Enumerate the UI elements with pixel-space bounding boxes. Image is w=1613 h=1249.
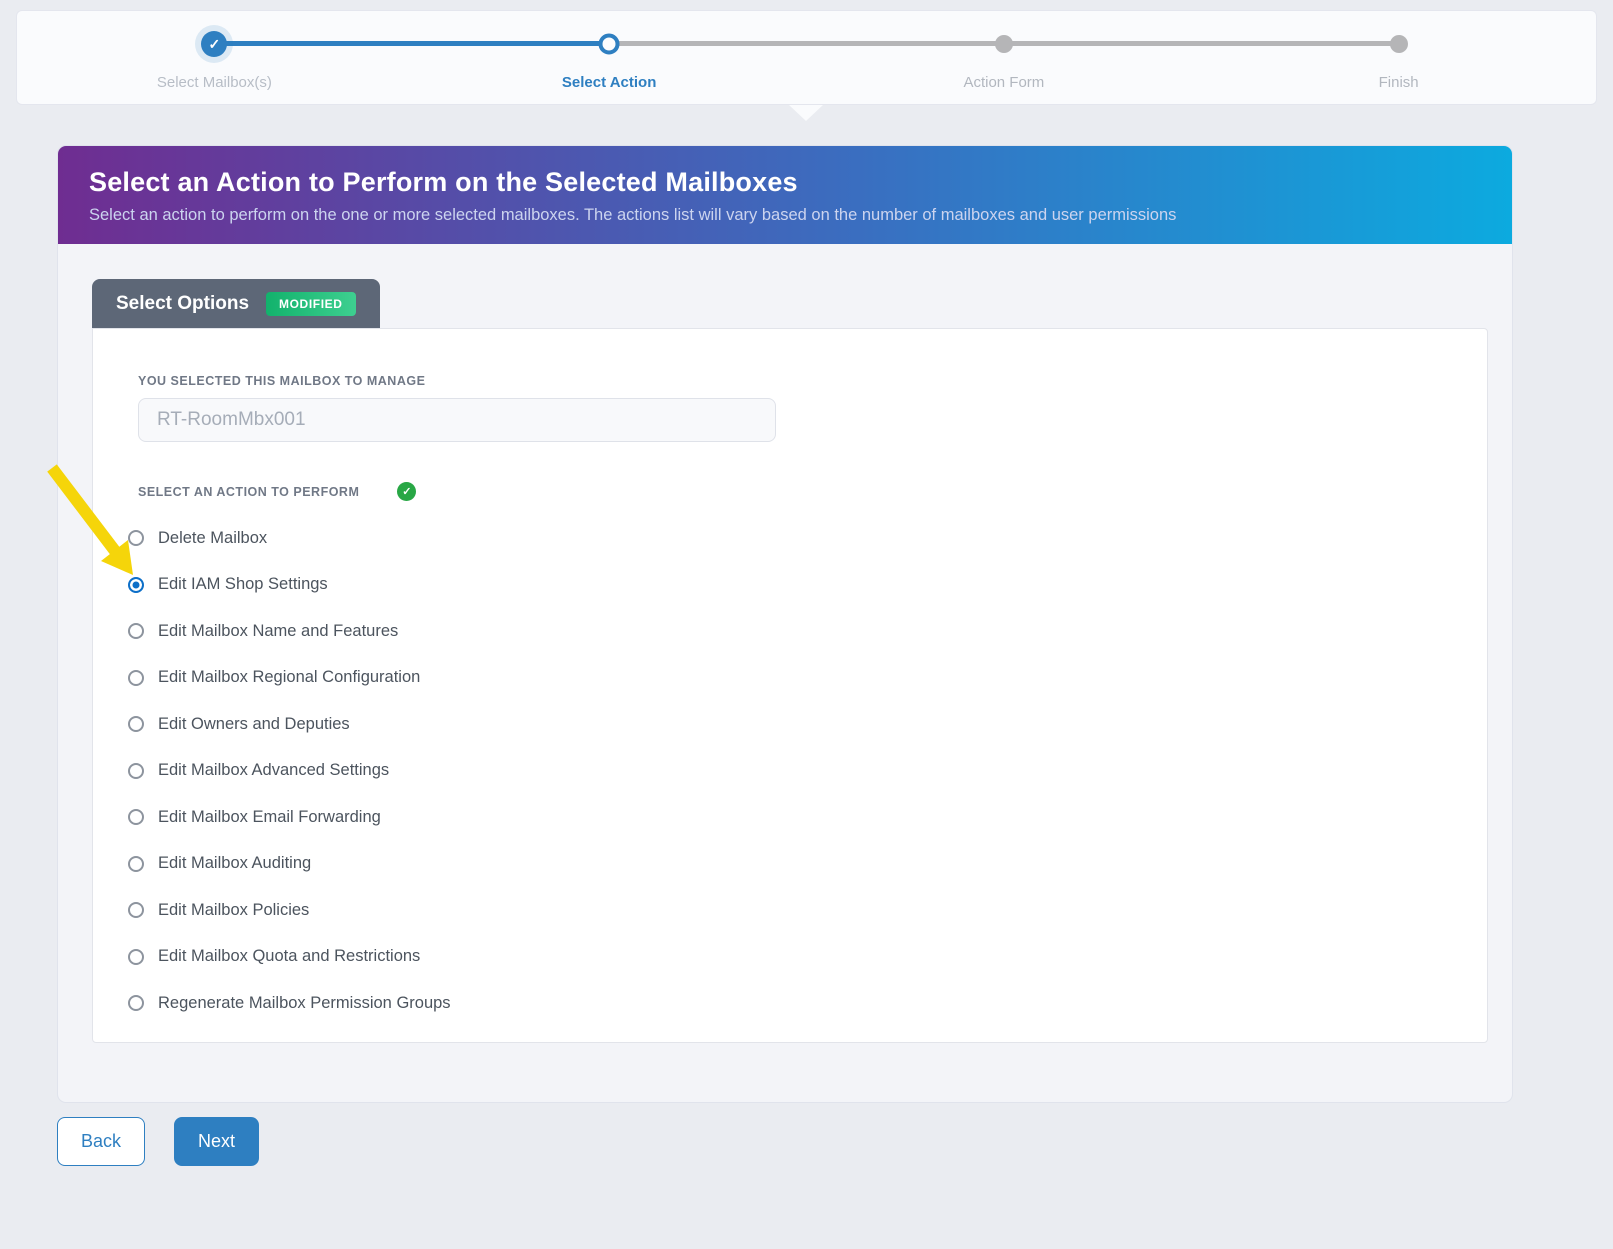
- stepper-steps: ✓ Select Mailbox(s)Select ActionAction Fo…: [17, 11, 1596, 104]
- modified-badge: MODIFIED: [266, 292, 355, 316]
- action-option-label: Edit Mailbox Advanced Settings: [158, 761, 389, 780]
- stepper-step-4[interactable]: Finish: [1201, 11, 1596, 104]
- valid-check-icon: ✓: [397, 482, 416, 501]
- action-option-label: Edit Mailbox Auditing: [158, 854, 311, 873]
- action-option-label: Edit Mailbox Regional Configuration: [158, 668, 420, 687]
- action-option-row[interactable]: Edit Owners and Deputies: [128, 701, 1442, 748]
- step-dot-icon: [995, 35, 1013, 53]
- action-option-label: Delete Mailbox: [158, 529, 267, 548]
- action-option-row[interactable]: Edit Mailbox Advanced Settings: [128, 748, 1442, 795]
- next-button[interactable]: Next: [174, 1117, 259, 1166]
- action-option-row[interactable]: Delete Mailbox: [128, 515, 1442, 562]
- wizard-footer: Back Next: [57, 1117, 259, 1166]
- selected-mailbox-input: [138, 398, 776, 442]
- radio-selected-icon[interactable]: [128, 577, 144, 593]
- stepper-connector-1: [214, 41, 609, 46]
- radio-icon[interactable]: [128, 716, 144, 732]
- action-options-list: Delete Mailbox Edit IAM Shop Settings Edit…: [128, 515, 1442, 1027]
- action-option-label: Edit Mailbox Quota and Restrictions: [158, 947, 420, 966]
- stepper-notch: [789, 105, 823, 121]
- action-option-label: Edit Mailbox Name and Features: [158, 622, 398, 641]
- radio-icon[interactable]: [128, 623, 144, 639]
- action-option-label: Edit IAM Shop Settings: [158, 575, 328, 594]
- action-option-row[interactable]: Edit Mailbox Regional Configuration: [128, 655, 1442, 702]
- action-option-row[interactable]: Edit Mailbox Email Forwarding: [128, 794, 1442, 841]
- action-option-label: Edit Mailbox Policies: [158, 901, 309, 920]
- action-option-row[interactable]: Edit Mailbox Auditing: [128, 841, 1442, 888]
- stepper-connector-2: [609, 41, 1004, 46]
- card-header: Select an Action to Perform on the Selec…: [58, 146, 1512, 244]
- tab-select-options[interactable]: Select Options MODIFIED: [92, 279, 380, 328]
- step-label: Action Form: [807, 74, 1202, 91]
- back-button[interactable]: Back: [57, 1117, 145, 1166]
- page-subtitle: Select an action to perform on the one o…: [89, 206, 1481, 225]
- step-dot-icon: [1390, 35, 1408, 53]
- action-option-row[interactable]: Regenerate Mailbox Permission Groups: [128, 980, 1442, 1027]
- action-option-row[interactable]: Edit Mailbox Policies: [128, 887, 1442, 934]
- mailbox-field-label: YOU SELECTED THIS MAILBOX TO MANAGE: [138, 374, 1442, 388]
- stepper-connector-3: [1004, 41, 1399, 46]
- action-option-label: Edit Owners and Deputies: [158, 715, 350, 734]
- action-option-row[interactable]: Edit IAM Shop Settings: [128, 562, 1442, 609]
- radio-icon[interactable]: [128, 949, 144, 965]
- wizard-stepper: ✓ Select Mailbox(s)Select ActionAction Fo…: [16, 10, 1597, 105]
- step-check-icon: ✓: [201, 31, 227, 57]
- select-options-panel: YOU SELECTED THIS MAILBOX TO MANAGE SELE…: [92, 328, 1488, 1043]
- page-title: Select an Action to Perform on the Selec…: [89, 167, 1481, 198]
- radio-icon[interactable]: [128, 763, 144, 779]
- step-label: Select Action: [412, 74, 807, 91]
- select-action-card: Select an Action to Perform on the Selec…: [57, 145, 1513, 1103]
- radio-icon[interactable]: [128, 670, 144, 686]
- tab-label: Select Options: [116, 293, 249, 315]
- action-option-row[interactable]: Edit Mailbox Quota and Restrictions: [128, 934, 1442, 981]
- action-option-label: Regenerate Mailbox Permission Groups: [158, 994, 451, 1013]
- radio-icon[interactable]: [128, 809, 144, 825]
- stepper-step-3[interactable]: Action Form: [807, 11, 1202, 104]
- radio-icon[interactable]: [128, 856, 144, 872]
- radio-icon[interactable]: [128, 530, 144, 546]
- action-field-label: SELECT AN ACTION TO PERFORM: [138, 485, 359, 499]
- action-option-row[interactable]: Edit Mailbox Name and Features: [128, 608, 1442, 655]
- stepper-step-2[interactable]: Select Action: [412, 11, 807, 104]
- radio-icon[interactable]: [128, 995, 144, 1011]
- action-option-label: Edit Mailbox Email Forwarding: [158, 808, 381, 827]
- step-label: Finish: [1201, 74, 1596, 91]
- step-label: Select Mailbox(s): [17, 74, 412, 91]
- stepper-step-1[interactable]: ✓ Select Mailbox(s): [17, 11, 412, 104]
- radio-icon[interactable]: [128, 902, 144, 918]
- step-dot-icon: [599, 34, 620, 55]
